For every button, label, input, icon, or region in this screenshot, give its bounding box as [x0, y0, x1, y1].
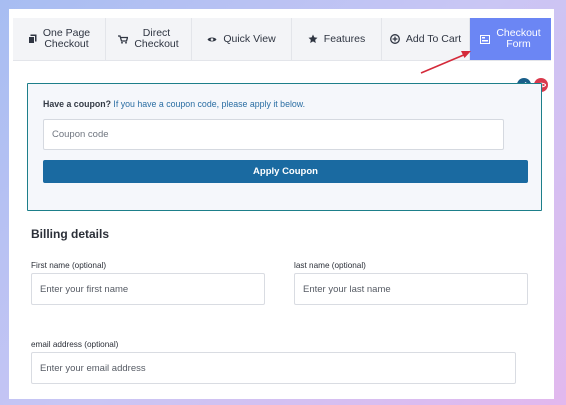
cart-icon — [118, 34, 129, 44]
first-name-label: First name (optional) — [31, 261, 107, 270]
tab-label: One Page Checkout — [42, 27, 91, 50]
eye-icon — [207, 36, 217, 43]
tab-features[interactable]: Features — [292, 18, 382, 60]
apply-coupon-button[interactable]: Apply Coupon — [43, 160, 528, 183]
tab-label: Add To Cart — [405, 32, 462, 45]
tab-direct-checkout[interactable]: Direct Checkout — [106, 18, 192, 60]
coupon-prompt: Have a coupon? If you have a coupon code… — [43, 99, 305, 109]
checkout-preview-frame: One Page Checkout Direct Checkout Quick … — [9, 9, 554, 399]
coupon-code-input[interactable] — [43, 119, 504, 150]
first-name-input[interactable] — [31, 273, 265, 305]
tab-label: Direct Checkout — [134, 27, 179, 50]
coupon-hint-link[interactable]: If you have a coupon code, please apply … — [113, 99, 305, 109]
email-input[interactable] — [31, 352, 516, 384]
coupon-section: Have a coupon? If you have a coupon code… — [27, 83, 542, 211]
last-name-input[interactable] — [294, 273, 528, 305]
feature-tabs: One Page Checkout Direct Checkout Quick … — [13, 18, 551, 61]
tab-one-page-checkout[interactable]: One Page Checkout — [13, 18, 106, 60]
last-name-label: last name (optional) — [294, 261, 366, 270]
tab-label: Quick View — [223, 32, 276, 45]
billing-details-heading: Billing details — [31, 227, 110, 241]
tab-add-to-cart[interactable]: Add To Cart — [382, 18, 470, 60]
tab-checkout-form[interactable]: Checkout Form — [470, 18, 551, 60]
tab-label: Checkout Form — [496, 27, 541, 50]
tab-label: Features — [323, 32, 366, 45]
copy-icon — [27, 34, 37, 44]
star-icon — [308, 34, 318, 44]
form-icon — [480, 34, 491, 44]
plus-circle-icon — [389, 34, 400, 44]
coupon-question: Have a coupon? — [43, 99, 111, 109]
tab-quick-view[interactable]: Quick View — [192, 18, 292, 60]
email-label: email address (optional) — [31, 340, 119, 349]
